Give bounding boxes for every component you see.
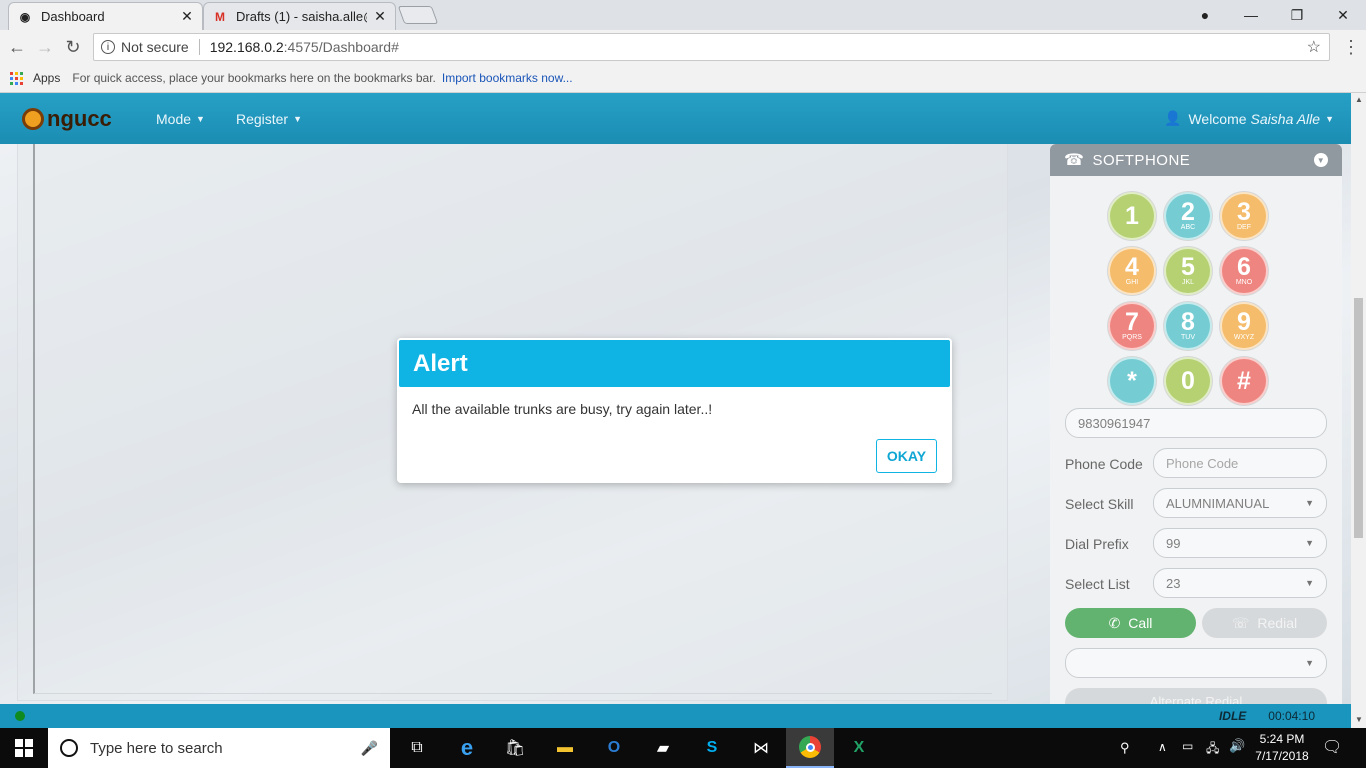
bookmark-star-icon[interactable]: ☆ (1307, 37, 1321, 57)
new-tab-button[interactable] (397, 6, 439, 24)
url-path: :4575/Dashboard# (283, 39, 399, 55)
bookmarks-bar: Apps For quick access, place your bookma… (0, 64, 1366, 93)
caret-down-icon: ▼ (293, 113, 303, 124)
sticky-notes-icon[interactable]: ▰ (639, 728, 687, 768)
ngucc-favicon-icon: ◉ (19, 9, 31, 24)
notifications-icon[interactable]: 🗨 (1322, 737, 1342, 757)
info-icon[interactable]: i (101, 40, 115, 54)
welcome-prefix: Welcome (1188, 110, 1247, 127)
bookmarks-hint: For quick access, place your bookmarks h… (72, 71, 436, 85)
url-host: 192.168.0.2 (209, 39, 284, 55)
skype-icon[interactable]: S (688, 728, 736, 768)
chrome-icon[interactable] (786, 728, 834, 768)
windows-start-icon[interactable] (0, 728, 48, 768)
forward-icon[interactable]: → (32, 34, 58, 60)
tab-dashboard[interactable]: ◉ Dashboard ✕ (8, 2, 203, 30)
app-icon[interactable]: ⋈ (737, 728, 785, 768)
people-icon[interactable]: ⚲ (1120, 740, 1130, 756)
taskbar-search-placeholder: Type here to search (90, 739, 223, 757)
maximize-button[interactable]: ❐ (1274, 0, 1320, 30)
apps-grid-icon[interactable] (10, 71, 23, 85)
scrollbar-thumb[interactable] (1354, 298, 1363, 538)
clock-date: 7/17/2018 (1255, 749, 1309, 763)
browser-toolbar: ← → ↻ i Not secure 192.168.0.2 :4575/Das… (0, 30, 1366, 64)
divider (198, 39, 200, 55)
tab-title: Dashboard (41, 9, 105, 24)
page-scrollbar[interactable]: ▲ ▼ (1351, 93, 1366, 728)
microphone-icon[interactable]: 🎤 (361, 740, 378, 757)
agent-state: IDLE (1218, 709, 1247, 723)
security-label: Not secure (121, 39, 189, 55)
status-bar: IDLE 00:04:10 (0, 704, 1351, 728)
import-bookmarks-link[interactable]: Import bookmarks now... (442, 71, 573, 85)
register-menu[interactable]: Register ▼ (236, 111, 302, 127)
window-close-button[interactable]: ✕ (1320, 0, 1366, 30)
reload-icon[interactable]: ↻ (60, 34, 86, 60)
user-menu[interactable]: 👤 Welcome Saisha Alle ▼ (1164, 110, 1334, 127)
battery-icon[interactable]: ▭ (1182, 739, 1193, 753)
session-timer: 00:04:10 (1268, 709, 1315, 723)
app-header: ngucc Mode ▼ Register ▼ 👤 Welcome Saisha… (0, 93, 1351, 144)
alert-title: Alert (399, 340, 950, 387)
taskbar-clock[interactable]: 5:24 PM 7/17/2018 (1254, 731, 1310, 765)
welcome-user: Saisha Alle (1250, 110, 1321, 127)
address-bar[interactable]: i Not secure 192.168.0.2 :4575/Dashboard… (93, 33, 1330, 61)
clock-time: 5:24 PM (1259, 732, 1305, 746)
logo-text: ngucc (47, 105, 112, 131)
tab-drafts[interactable]: M Drafts (1) - saisha.alle@u ✕ (203, 2, 396, 30)
alert-message: All the available trunks are busy, try a… (412, 401, 713, 417)
close-icon[interactable]: ✕ (373, 8, 387, 25)
scroll-down-icon[interactable]: ▼ (1355, 715, 1363, 724)
okay-button[interactable]: OKAY (876, 439, 937, 473)
apps-link[interactable]: Apps (33, 71, 60, 85)
status-indicator-icon (15, 711, 25, 721)
profile-icon[interactable]: ● (1182, 0, 1228, 30)
show-hidden-icons[interactable]: ∧ (1158, 740, 1167, 754)
register-menu-label: Register (235, 110, 289, 127)
outlook-icon[interactable]: O (590, 728, 638, 768)
taskbar-search-box[interactable]: Type here to search 🎤 (48, 728, 390, 768)
logo-icon (22, 107, 44, 130)
scroll-up-icon[interactable]: ▲ (1355, 95, 1363, 104)
minimize-button[interactable]: — (1228, 0, 1274, 30)
excel-icon[interactable]: X (835, 728, 883, 768)
gmail-icon: M (215, 9, 225, 24)
caret-down-icon: ▼ (196, 113, 205, 124)
volume-icon[interactable]: 🔊 (1229, 738, 1245, 754)
task-view-icon[interactable]: ⧉ (393, 728, 441, 768)
tab-title: Drafts (1) - saisha.alle@u (236, 9, 367, 24)
mode-menu-label: Mode (156, 110, 192, 127)
store-icon[interactable]: 🛍 (491, 728, 539, 768)
logo[interactable]: ngucc (22, 106, 156, 132)
network-icon[interactable]: 🖧 (1206, 739, 1219, 760)
edge-icon[interactable]: e (443, 728, 491, 768)
caret-down-icon: ▼ (1325, 113, 1334, 124)
menu-dots-icon[interactable]: ⋮ (1338, 34, 1364, 60)
file-explorer-icon[interactable]: ▬ (541, 728, 589, 768)
back-icon[interactable]: ← (4, 34, 30, 60)
mode-menu[interactable]: Mode ▼ (156, 111, 205, 127)
close-icon[interactable]: ✕ (180, 8, 194, 25)
windows-taskbar: Type here to search 🎤 ⧉ e 🛍 ▬ O ▰ S ⋈ X … (0, 728, 1366, 768)
alert-dialog: Alert All the available trunks are busy,… (397, 338, 952, 483)
cortana-icon (60, 739, 78, 757)
user-icon: 👤 (1164, 110, 1182, 126)
browser-tab-strip: ◉ Dashboard ✕ M Drafts (1) - saisha.alle… (0, 0, 1366, 30)
